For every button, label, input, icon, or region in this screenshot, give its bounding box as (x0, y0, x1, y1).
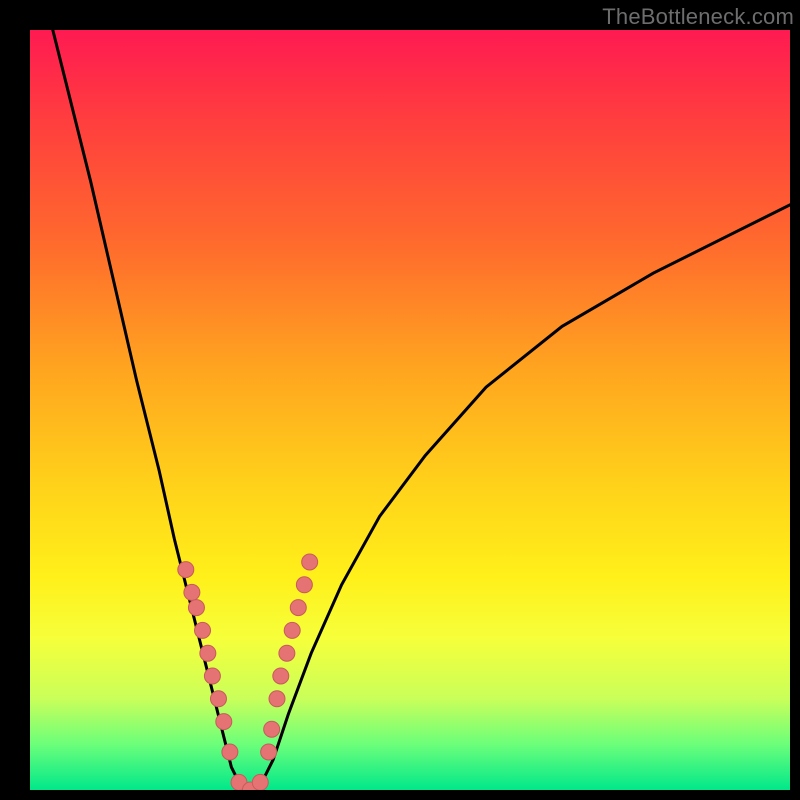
valley-dot (216, 714, 232, 730)
valley-dot (261, 744, 277, 760)
valley-dot (273, 668, 289, 684)
valley-dot (210, 691, 226, 707)
valley-dot (178, 562, 194, 578)
curve-svg (30, 30, 790, 790)
valley-dot (284, 622, 300, 638)
dots-group (178, 554, 318, 790)
watermark-text: TheBottleneck.com (602, 4, 794, 30)
valley-dot (204, 668, 220, 684)
chart-frame: TheBottleneck.com (0, 0, 800, 800)
valley-dot (302, 554, 318, 570)
valley-dot (184, 584, 200, 600)
valley-dot (195, 622, 211, 638)
valley-dot (222, 744, 238, 760)
valley-dot (252, 774, 268, 790)
valley-dot (200, 645, 216, 661)
curve-group (53, 30, 790, 790)
valley-dot (296, 577, 312, 593)
valley-dot (279, 645, 295, 661)
valley-dot (264, 721, 280, 737)
plot-area (30, 30, 790, 790)
curve-right-branch (258, 205, 790, 790)
valley-dot (290, 600, 306, 616)
valley-dot (269, 691, 285, 707)
valley-dot (188, 600, 204, 616)
